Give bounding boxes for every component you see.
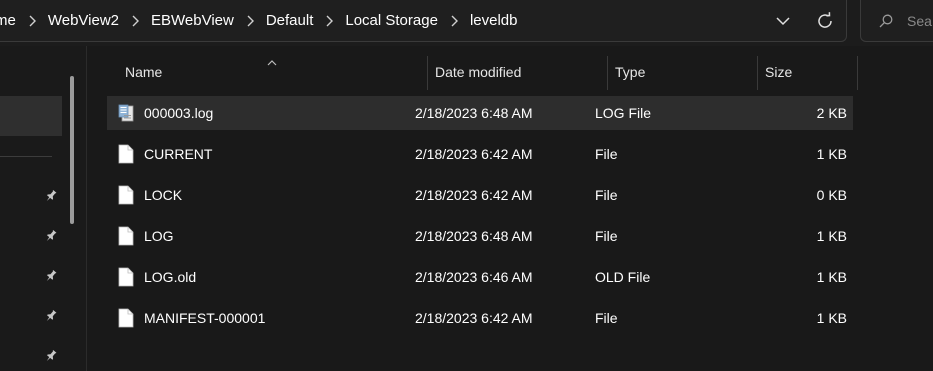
breadcrumb-item[interactable]: me	[0, 12, 20, 29]
navigation-pane	[0, 46, 86, 371]
file-row[interactable]: LOG 2/18/2023 6:48 AM File 1 KB	[107, 219, 853, 253]
pin-icon[interactable]	[44, 269, 58, 283]
pin-icon[interactable]	[44, 349, 58, 363]
breadcrumb: me WebView2 EBWebView Default Local Stor…	[0, 0, 521, 41]
file-icon	[115, 307, 137, 329]
file-date: 2/18/2023 6:42 AM	[415, 146, 533, 162]
address-bar[interactable]: me WebView2 EBWebView Default Local Stor…	[0, 0, 847, 42]
file-type: File	[595, 187, 618, 203]
column-header-name[interactable]: Name	[125, 54, 425, 90]
nav-divider	[0, 156, 52, 157]
nav-scrollbar[interactable]	[70, 76, 74, 224]
chevron-right-icon[interactable]	[238, 15, 262, 27]
file-name: 000003.log	[144, 105, 214, 121]
file-icon	[115, 266, 137, 288]
breadcrumb-item[interactable]: EBWebView	[147, 12, 238, 29]
refresh-button[interactable]	[804, 0, 846, 42]
file-size: 1 KB	[816, 146, 847, 162]
file-date: 2/18/2023 6:48 AM	[415, 228, 533, 244]
column-separator[interactable]	[857, 56, 858, 90]
file-date: 2/18/2023 6:42 AM	[415, 187, 533, 203]
file-row[interactable]: CURRENT 2/18/2023 6:42 AM File 1 KB	[107, 137, 853, 171]
breadcrumb-item[interactable]: WebView2	[44, 12, 123, 29]
search-placeholder: Sea	[907, 12, 932, 29]
file-type: File	[595, 228, 618, 244]
file-icon	[115, 184, 137, 206]
file-name: LOCK	[144, 187, 183, 203]
column-separator[interactable]	[427, 56, 428, 90]
file-row[interactable]: 000003.log 2/18/2023 6:48 AM LOG File 2 …	[107, 96, 853, 130]
file-size: 2 KB	[816, 105, 847, 121]
pin-icon[interactable]	[44, 189, 58, 203]
file-size: 1 KB	[816, 269, 847, 285]
file-name: MANIFEST-000001	[144, 310, 266, 326]
column-header-size[interactable]: Size	[765, 54, 857, 90]
log-file-icon	[115, 102, 137, 124]
file-date: 2/18/2023 6:48 AM	[415, 105, 533, 121]
column-header-date[interactable]: Date modified	[435, 54, 605, 90]
file-date: 2/18/2023 6:46 AM	[415, 269, 533, 285]
address-bar-region: me WebView2 EBWebView Default Local Stor…	[0, 0, 933, 46]
file-name: LOG.old	[144, 269, 197, 285]
breadcrumb-item[interactable]: Default	[262, 12, 318, 29]
column-header-row: Name Date modified Type Size	[87, 54, 933, 90]
breadcrumb-item-current[interactable]: leveldb	[466, 12, 522, 29]
column-separator[interactable]	[757, 56, 758, 90]
file-type: File	[595, 310, 618, 326]
file-size: 1 KB	[816, 228, 847, 244]
file-row[interactable]: LOCK 2/18/2023 6:42 AM File 0 KB	[107, 178, 853, 212]
file-type: OLD File	[595, 269, 651, 285]
file-icon	[115, 225, 137, 247]
chevron-right-icon[interactable]	[442, 15, 466, 27]
file-size: 0 KB	[816, 187, 847, 203]
column-separator[interactable]	[607, 56, 608, 90]
pin-icon[interactable]	[44, 229, 58, 243]
file-icon	[115, 143, 137, 165]
file-name: CURRENT	[144, 146, 213, 162]
chevron-right-icon[interactable]	[317, 15, 341, 27]
file-size: 1 KB	[816, 310, 847, 326]
file-date: 2/18/2023 6:42 AM	[415, 310, 533, 326]
file-row[interactable]: LOG.old 2/18/2023 6:46 AM OLD File 1 KB	[107, 260, 853, 294]
refresh-icon	[818, 12, 832, 28]
pin-icon[interactable]	[44, 309, 58, 323]
history-dropdown-button[interactable]	[762, 0, 804, 42]
breadcrumb-item[interactable]: Local Storage	[341, 12, 442, 29]
search-box[interactable]: Sea	[860, 0, 933, 42]
chevron-right-icon[interactable]	[20, 15, 44, 27]
file-row[interactable]: MANIFEST-000001 2/18/2023 6:42 AM File 1…	[107, 301, 853, 335]
chevron-right-icon[interactable]	[123, 15, 147, 27]
chevron-down-icon	[776, 16, 790, 25]
nav-item-selected[interactable]	[0, 96, 62, 136]
file-name: LOG	[144, 228, 174, 244]
file-list: Name Date modified Type Size 000003.log	[87, 46, 933, 371]
file-type: File	[595, 146, 618, 162]
search-icon	[879, 14, 893, 27]
column-header-type[interactable]: Type	[615, 54, 755, 90]
file-type: LOG File	[595, 105, 652, 121]
